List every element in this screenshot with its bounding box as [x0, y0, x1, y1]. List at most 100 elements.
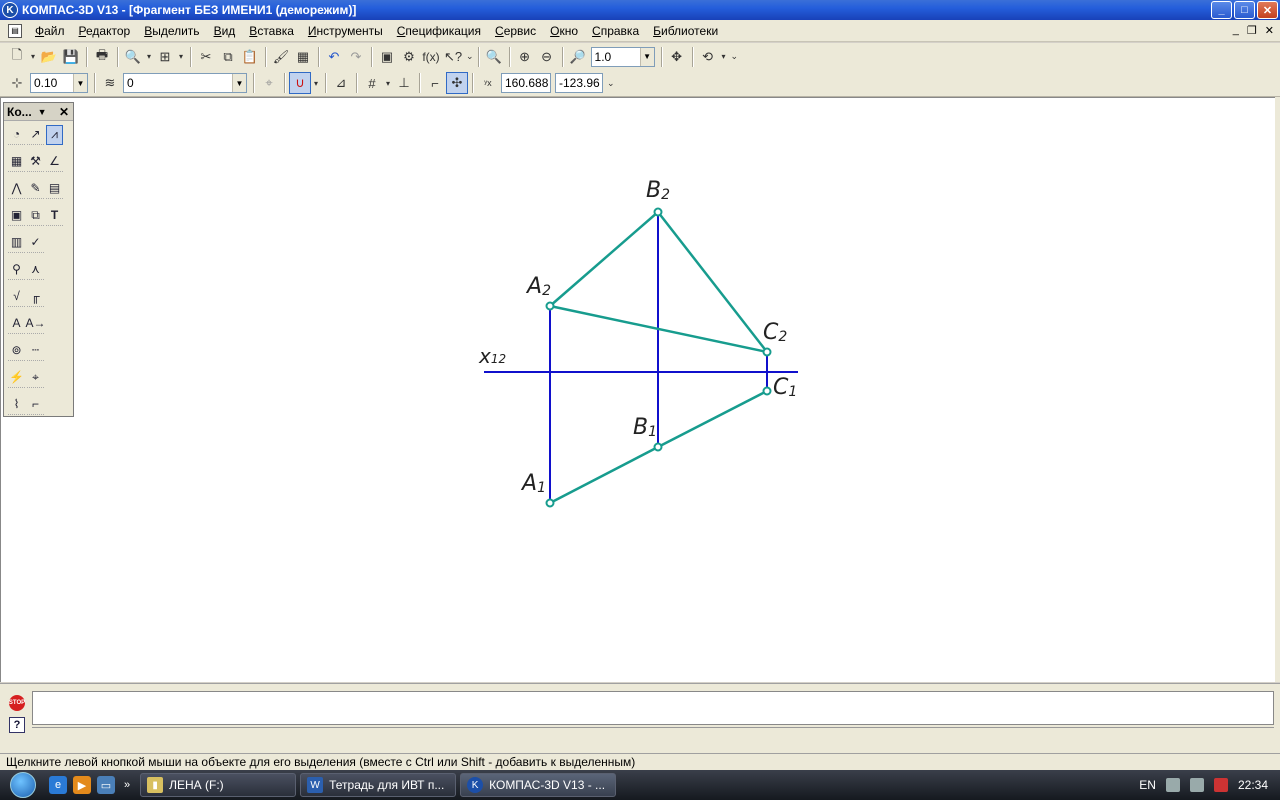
new-document-icon[interactable]: 🗋	[6, 46, 28, 68]
break-line-icon[interactable]: ⌇	[8, 395, 25, 415]
coord-y-field[interactable]: -123.96	[555, 73, 603, 93]
leader-icon[interactable]: ⋏	[27, 260, 44, 280]
zoom-in-icon[interactable]: ⊕	[514, 46, 536, 68]
stop-icon[interactable]: STOP	[9, 695, 25, 711]
curve-tools-icon[interactable]: ⩘	[46, 124, 63, 145]
menu-window[interactable]: Окно	[543, 24, 585, 38]
media-player-icon[interactable]: ▶	[73, 776, 91, 794]
text-arrow-icon[interactable]: A→	[26, 314, 46, 334]
task-drive[interactable]: ▮ ЛЕНА (F:)	[140, 773, 297, 797]
check-icon[interactable]: ✓	[27, 233, 44, 253]
zoom-out-icon[interactable]: ⊖	[536, 46, 558, 68]
drawing-canvas[interactable]: x12 A2 B2 C2 A1 B1 C1	[0, 97, 1275, 682]
refresh-dropdown-icon[interactable]: ▾	[719, 46, 729, 68]
hatch-icon[interactable]: ▦	[8, 152, 25, 172]
cursor-step-icon[interactable]: ⊹	[6, 72, 28, 94]
roughness-icon[interactable]: √	[8, 287, 25, 307]
grid-dropdown-icon[interactable]: ▾	[383, 72, 393, 94]
menu-view[interactable]: Вид	[207, 24, 243, 38]
undo-icon[interactable]: ↶	[323, 46, 345, 68]
close-icon[interactable]: ✕	[59, 105, 69, 119]
menu-specification[interactable]: Спецификация	[390, 24, 488, 38]
angle-icon[interactable]: ∠	[46, 152, 63, 172]
drawing-svg[interactable]: x12 A2 B2 C2 A1 B1 C1	[1, 98, 1276, 683]
zoom-window-icon[interactable]: 🔍	[483, 46, 505, 68]
language-indicator[interactable]: EN	[1139, 778, 1156, 792]
copy-icon[interactable]: ⧉	[217, 46, 239, 68]
ie-icon[interactable]: e	[49, 776, 67, 794]
maximize-button[interactable]: □	[1234, 1, 1255, 19]
properties-dropdown-icon[interactable]: ▾	[176, 46, 186, 68]
snap-magnet-icon[interactable]: ∪	[289, 72, 311, 94]
task-kompas[interactable]: K КОМПАС-3D V13 - ...	[460, 773, 617, 797]
chevron-down-icon[interactable]: ▼	[73, 74, 87, 92]
start-button[interactable]	[0, 770, 46, 800]
corner-icon[interactable]: ⌐	[27, 395, 44, 415]
new-dropdown-icon[interactable]: ▾	[28, 46, 38, 68]
grid-icon[interactable]: #	[361, 72, 383, 94]
command-box[interactable]	[32, 691, 1274, 725]
show-desktop-icon[interactable]: ▭	[97, 776, 115, 794]
copy-properties-icon[interactable]: 🖌	[270, 46, 292, 68]
preview-dropdown-icon[interactable]: ▾	[144, 46, 154, 68]
menu-insert[interactable]: Вставка	[242, 24, 301, 38]
frame-icon[interactable]: ╓	[27, 287, 44, 307]
task-word[interactable]: W Тетрадь для ИВТ п...	[300, 773, 457, 797]
doc-close-button[interactable]: ✕	[1265, 24, 1274, 37]
local-cs-icon[interactable]: ⊿	[330, 72, 352, 94]
doc-restore-button[interactable]: ❐	[1247, 24, 1257, 37]
view-ops-icon[interactable]: ⧉	[27, 206, 44, 226]
parametric-mode-icon[interactable]: ✣	[446, 72, 468, 94]
network-icon[interactable]	[1189, 778, 1204, 792]
document-manager-icon[interactable]: ▣	[376, 46, 398, 68]
geometry-icon[interactable]: ◔	[8, 125, 25, 145]
layers-icon[interactable]: ≋	[99, 72, 121, 94]
help-pointer-icon[interactable]: ↖?	[442, 46, 464, 68]
kompas-app-icon[interactable]: K	[2, 2, 18, 18]
cut-icon[interactable]: ✂	[195, 46, 217, 68]
manager-icon[interactable]: ▦	[292, 46, 314, 68]
chevron-down-icon[interactable]: ▼	[38, 107, 47, 117]
help-icon[interactable]: ?	[9, 717, 25, 733]
view-icon[interactable]: ▣	[8, 206, 25, 226]
menu-libraries[interactable]: Библиотеки	[646, 24, 725, 38]
clock[interactable]: 22:34	[1238, 778, 1268, 792]
view-state-icon[interactable]: ⌖	[258, 72, 280, 94]
refresh-view-icon[interactable]: ⟲	[697, 46, 719, 68]
text-align-icon[interactable]: A	[8, 314, 25, 334]
panel-header[interactable]: Ко... ▼ ✕	[4, 103, 73, 121]
close-button[interactable]: ✕	[1257, 1, 1278, 19]
lightning-icon[interactable]: ⚡	[8, 368, 25, 388]
zoom-select[interactable]: 1.0 ▼	[590, 46, 655, 67]
hammer-icon[interactable]: ⚒	[27, 152, 44, 172]
chevron-down-icon[interactable]: ▼	[232, 74, 246, 92]
print-icon[interactable]: 🖶	[91, 46, 113, 68]
library-icon[interactable]: ⚙	[398, 46, 420, 68]
paste-icon[interactable]: 📋	[239, 46, 261, 68]
table-icon[interactable]: ▥	[8, 233, 25, 253]
menu-editor[interactable]: Редактор	[72, 24, 138, 38]
menu-select[interactable]: Выделить	[137, 24, 206, 38]
dimension-icon[interactable]: ⋀	[8, 179, 25, 199]
layer-select[interactable]: 0 ▼	[123, 73, 247, 93]
menu-help[interactable]: Справка	[585, 24, 646, 38]
measure-icon[interactable]: ⊚	[8, 341, 25, 361]
menu-service[interactable]: Сервис	[488, 24, 543, 38]
text-icon[interactable]: T	[46, 206, 63, 226]
keyboard-icon[interactable]	[1165, 778, 1180, 792]
doc-minimize-button[interactable]: _	[1233, 24, 1239, 37]
properties-icon[interactable]: ⊞	[154, 46, 176, 68]
center-mark-icon[interactable]: ⌖	[27, 368, 44, 388]
coordinate-system-icon[interactable]: ⊥	[393, 72, 415, 94]
pan-icon[interactable]: ✥	[666, 46, 688, 68]
snap-dropdown-icon[interactable]: ▾	[311, 72, 321, 94]
point-tools-icon[interactable]: ↗	[27, 125, 44, 145]
dashline-icon[interactable]: ┄	[27, 341, 44, 361]
edit-icon[interactable]: ✎	[27, 179, 44, 199]
quick-launch-chevron-icon[interactable]: »	[124, 779, 130, 791]
open-folder-icon[interactable]: 📂	[38, 46, 60, 68]
variables-fx-icon[interactable]: f(x)	[420, 46, 442, 68]
coord-x-field[interactable]: 160.688	[501, 73, 551, 93]
save-icon[interactable]: 💾	[60, 46, 82, 68]
stamp-icon[interactable]: ⚲	[8, 260, 25, 280]
